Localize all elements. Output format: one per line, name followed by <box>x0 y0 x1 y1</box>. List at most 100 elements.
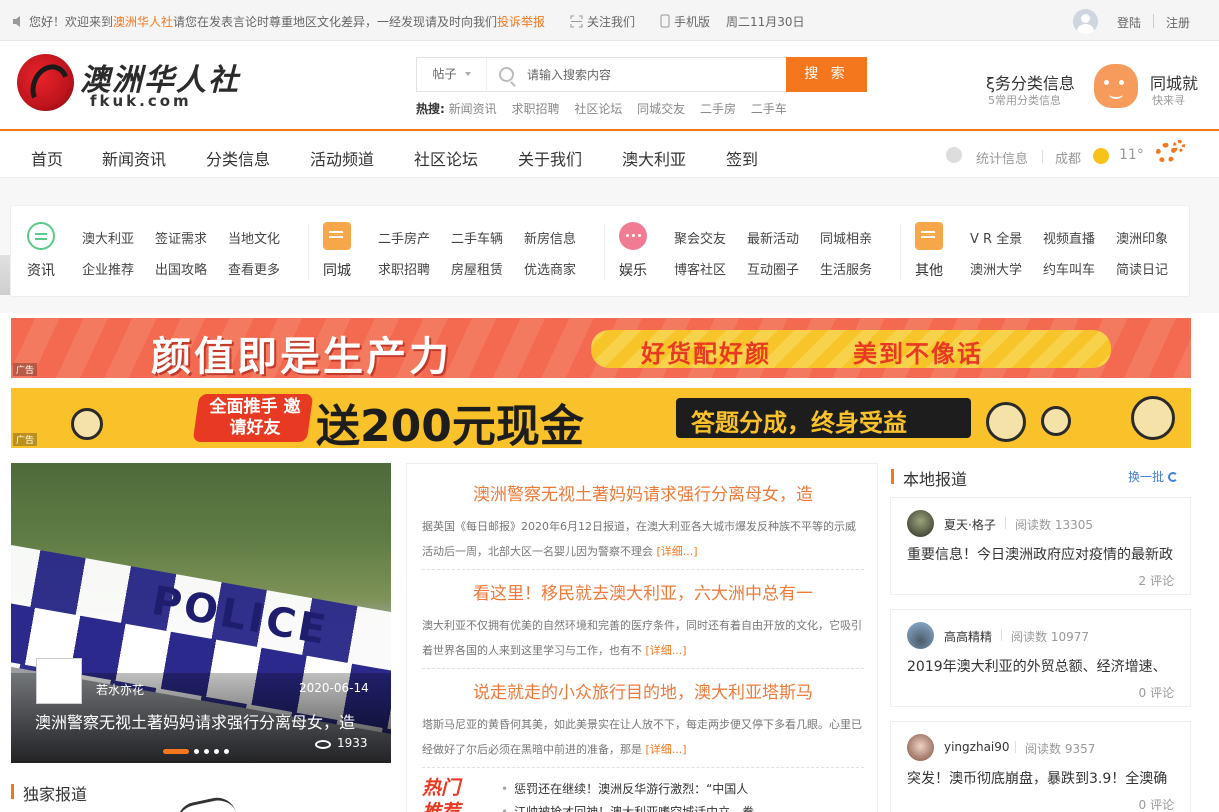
user-avatar[interactable] <box>907 622 934 649</box>
search-button[interactable]: 搜 索 <box>786 57 867 92</box>
category-link[interactable]: 当地文化 <box>228 228 280 247</box>
local-news-title[interactable]: 突发！澳币彻底崩盘，暴跌到3.9！全澳确 <box>907 768 1177 788</box>
follow-us-link[interactable]: 关注我们 <box>570 13 635 30</box>
category-link[interactable]: 求职招聘 <box>378 259 430 278</box>
news-more-link[interactable]: [详细...] <box>657 545 698 558</box>
hot-keyword[interactable]: 新闻资讯 <box>449 102 497 116</box>
category-link[interactable]: 新房信息 <box>524 228 576 247</box>
sun-icon <box>1093 148 1109 164</box>
message-icon <box>915 222 943 250</box>
category-name[interactable]: 娱乐 <box>619 260 647 280</box>
category-link[interactable]: 最新活动 <box>747 228 799 247</box>
hot-keyword[interactable]: 同城交友 <box>637 102 685 116</box>
logo-emblem[interactable] <box>17 54 74 111</box>
slider-dots <box>163 741 234 760</box>
nav-item-signin[interactable]: 签到 <box>726 146 758 170</box>
local-news-title[interactable]: 重要信息！今日澳洲政府应对疫情的最新政 <box>907 544 1177 564</box>
author-name[interactable]: 夏天·格子 <box>944 516 996 533</box>
slider-dot[interactable] <box>214 749 219 754</box>
category-link[interactable]: 互动圈子 <box>747 259 799 278</box>
mobile-version-link[interactable]: 手机版 <box>660 13 710 30</box>
hot-recommend-item[interactable]: 惩罚还在继续！澳洲反华游行激烈：“中国人 <box>501 778 754 801</box>
user-avatar[interactable] <box>1073 9 1098 34</box>
local-news-card[interactable]: 高高精精 阅读数 10977 2019年澳大利亚的外贸总额、经济增速、 0 评论 <box>890 609 1191 707</box>
author-avatar[interactable] <box>36 658 82 704</box>
search-type-select[interactable]: 帖子 <box>417 58 487 91</box>
hot-label-line: 推荐 <box>422 801 461 812</box>
news-title[interactable]: 说走就走的小众旅行目的地，澳大利亚塔斯马 <box>422 680 864 706</box>
news-title[interactable]: 澳洲警察无视土著妈妈请求强行分离母女，造 <box>422 482 864 508</box>
local-news-card[interactable]: 夏天·格子 阅读数 13305 重要信息！今日澳洲政府应对疫情的最新政 2 评论 <box>890 497 1191 595</box>
category-link[interactable]: 视频直播 <box>1043 228 1095 247</box>
slider-dot[interactable] <box>204 749 209 754</box>
local-news-title[interactable]: 2019年澳大利亚的外贸总额、经济增速、 <box>907 656 1177 676</box>
category-link[interactable]: 生活服务 <box>820 259 872 278</box>
category-link[interactable]: 澳洲大学 <box>970 259 1022 278</box>
nav-item-home[interactable]: 首页 <box>31 146 63 170</box>
weather-city[interactable]: 成都 <box>1055 148 1081 167</box>
report-link[interactable]: 投诉举报 <box>497 15 545 29</box>
nav-item-news[interactable]: 新闻资讯 <box>102 146 166 170</box>
category-link[interactable]: 签证需求 <box>155 228 207 247</box>
list-icon <box>27 222 55 250</box>
category-name[interactable]: 其他 <box>915 260 943 280</box>
author-name[interactable]: yingzhai90 <box>944 740 1010 754</box>
news-summary-text: 据英国《每日邮报》2020年6月12日报道，在澳大利亚各大城市爆发反种族不平等的… <box>422 520 856 558</box>
nav-item-australia[interactable]: 澳大利亚 <box>622 146 686 170</box>
slider-dot-active[interactable] <box>163 749 189 754</box>
category-link[interactable]: 同城相亲 <box>820 228 872 247</box>
banner-slogan: 好货配好颜 <box>641 340 771 368</box>
local-news-card[interactable]: yingzhai90 阅读数 9357 突发！澳币彻底崩盘，暴跌到3.9！全澳确… <box>890 721 1191 812</box>
category-link[interactable]: 优选商家 <box>524 259 576 278</box>
ad-banner-cash[interactable]: 全面推手 邀请好友 送200元现金 答题分成，终身受益 广告 <box>11 388 1191 448</box>
news-item: 看这里！移民就去澳大利亚，六大洲中总有一 澳大利亚不仅拥有优美的自然环境和完善的… <box>422 581 864 669</box>
header-service-title[interactable]: ξ务分类信息 <box>986 70 1075 94</box>
category-link[interactable]: V R 全景 <box>970 228 1022 247</box>
hot-recommend-item[interactable]: 江帅被抢才回神！澳大利亚嗜空城话中立，拳 <box>501 801 754 812</box>
slider-dot[interactable] <box>224 749 229 754</box>
comment-value: 0 <box>1138 686 1147 700</box>
nav-item-about[interactable]: 关于我们 <box>518 146 582 170</box>
category-name[interactable]: 资讯 <box>27 260 55 280</box>
slide-title[interactable]: 澳洲警察无视土著妈妈请求强行分离母女，造 <box>35 709 355 733</box>
news-title[interactable]: 看这里！移民就去澳大利亚，六大洲中总有一 <box>422 581 864 607</box>
hot-keyword[interactable]: 二手车 <box>751 102 787 116</box>
category-link[interactable]: 房屋租赁 <box>451 259 503 278</box>
site-name-link[interactable]: 澳洲华人社 <box>113 15 173 29</box>
login-link[interactable]: 登陆 <box>1117 14 1141 31</box>
category-link[interactable]: 约车叫车 <box>1043 259 1095 278</box>
category-link[interactable]: 查看更多 <box>228 259 280 278</box>
nav-item-events[interactable]: 活动频道 <box>310 146 374 170</box>
nav-item-classified[interactable]: 分类信息 <box>206 146 270 170</box>
refresh-button[interactable]: 换一批 <box>1128 468 1179 485</box>
category-link[interactable]: 简读日记 <box>1116 259 1168 278</box>
hot-keyword[interactable]: 求职招聘 <box>511 102 559 116</box>
category-link[interactable]: 澳洲印象 <box>1116 228 1168 247</box>
chart-icon <box>946 147 962 163</box>
hot-keyword[interactable]: 二手房 <box>700 102 736 116</box>
featured-slider[interactable]: POLICE 若水亦花 2020-06-14 澳洲警察无视土著妈妈请求强行分离母… <box>11 463 391 763</box>
category-link[interactable]: 二手车辆 <box>451 228 503 247</box>
slide-author[interactable]: 若水亦花 <box>96 681 144 698</box>
category-link[interactable]: 二手房产 <box>378 228 430 247</box>
hot-keyword[interactable]: 社区论坛 <box>574 102 622 116</box>
nav-item-forum[interactable]: 社区论坛 <box>414 146 478 170</box>
author-name[interactable]: 高高精精 <box>944 628 992 645</box>
category-link[interactable]: 澳大利亚 <box>82 228 134 247</box>
header-city-title[interactable]: 同城就 <box>1150 70 1198 94</box>
category-link[interactable]: 出国攻略 <box>155 259 207 278</box>
category-name[interactable]: 同城 <box>323 260 351 280</box>
slider-dot[interactable] <box>194 749 199 754</box>
side-tab[interactable] <box>0 255 10 295</box>
category-link[interactable]: 聚会交友 <box>674 228 726 247</box>
search-input[interactable] <box>527 58 787 91</box>
user-avatar[interactable] <box>907 734 934 761</box>
ad-banner-beauty[interactable]: 颜值即是生产力 好货配好颜 美到不像话 广告 <box>11 318 1191 378</box>
category-link[interactable]: 企业推荐 <box>82 259 134 278</box>
statistics-link[interactable]: 统计信息 <box>976 148 1028 167</box>
news-more-link[interactable]: [详细...] <box>646 644 687 657</box>
category-link[interactable]: 博客社区 <box>674 259 726 278</box>
user-avatar[interactable] <box>907 510 934 537</box>
news-more-link[interactable]: [详细...] <box>646 743 687 756</box>
register-link[interactable]: 注册 <box>1166 14 1190 31</box>
